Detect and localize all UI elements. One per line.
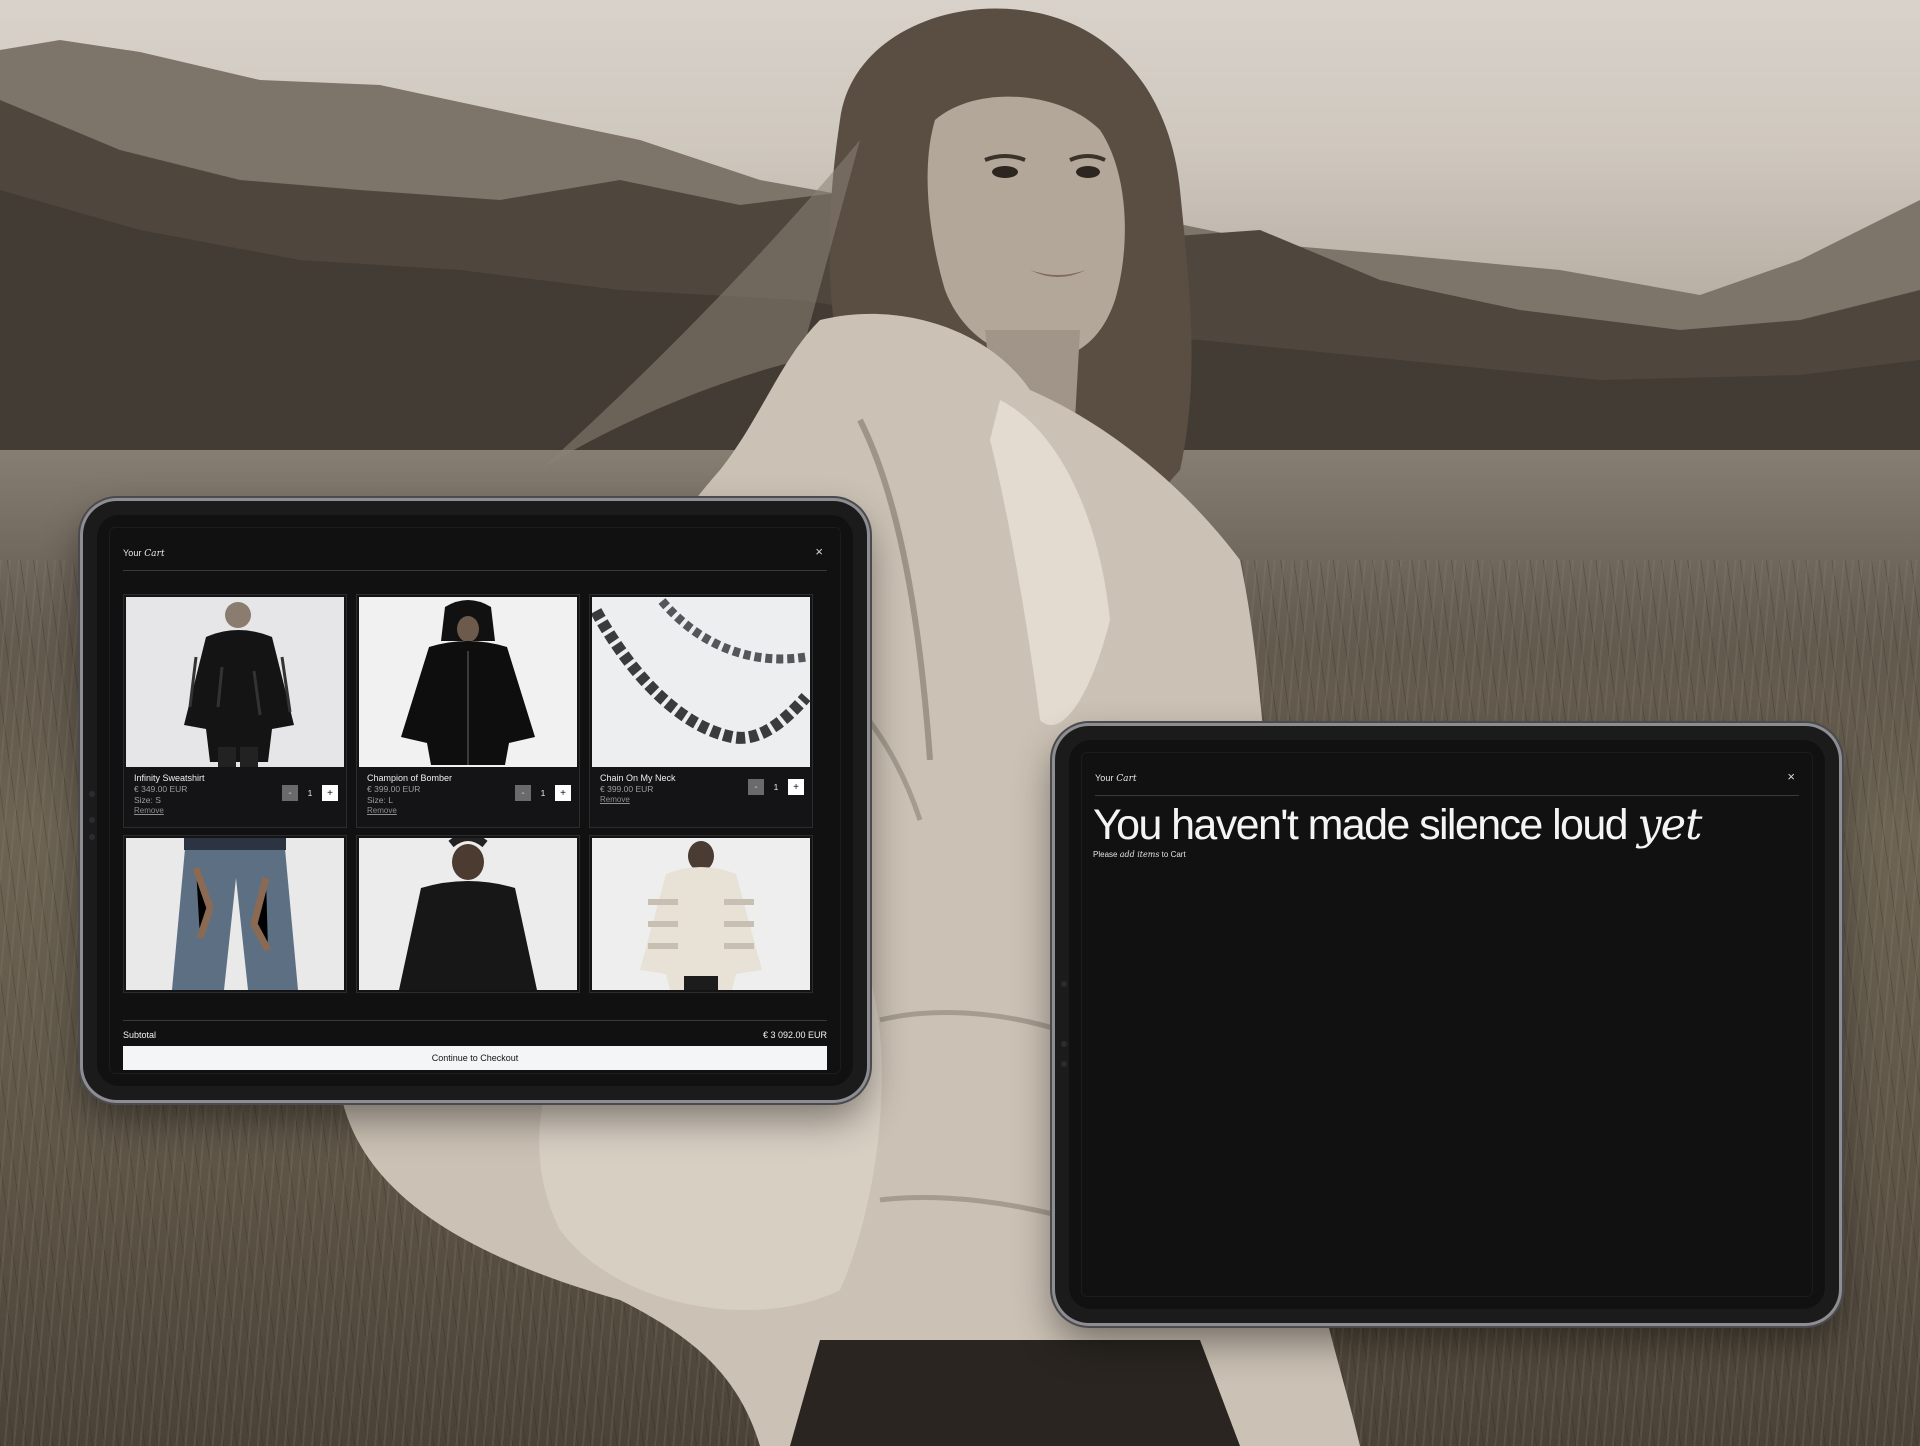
product-name: Champion of Bomber [367,773,453,783]
cart-item: Champion of Bomber € 399.00 EUR Size: L … [356,594,580,828]
tablet-sensor [89,817,95,823]
product-image-jeans[interactable] [126,838,344,990]
product-image-white-puffer[interactable] [592,838,810,990]
decrease-quantity-button[interactable]: - [515,785,531,801]
continue-to-checkout-button[interactable]: Continue to Checkout [123,1046,827,1070]
cart-title: Your Cart [1095,773,1137,784]
empty-cart-subtext: Please add items to Cart [1093,850,1186,859]
cart-header: Your Cart × [1095,770,1799,796]
quantity-value: 1 [773,782,779,792]
cart-header: Your Cart × [123,545,827,571]
increase-quantity-button[interactable]: + [322,785,338,801]
cart-title: Your Cart [123,548,165,559]
product-image-bomber[interactable] [359,597,577,767]
close-icon[interactable]: × [1787,770,1795,784]
product-name: Infinity Sweatshirt [134,773,205,783]
cart-screen: Your Cart × Infinity Sweatshirt € 349.00… [97,515,853,1086]
increase-quantity-button[interactable]: + [788,779,804,795]
subtotal-row: Subtotal € 3 092.00 EUR [123,1020,827,1041]
cart-item: Infinity Sweatshirt € 349.00 EUR Size: S… [123,594,347,828]
empty-cart-screen: Your Cart × You haven't made silence lou… [1069,740,1825,1309]
product-image-chain[interactable] [592,597,810,767]
remove-link[interactable]: Remove [367,806,571,815]
remove-link[interactable]: Remove [600,795,804,804]
tablet-sensor [1061,1061,1067,1067]
tablet-cart-filled: Your Cart × Infinity Sweatshirt € 349.00… [83,501,867,1100]
close-icon[interactable]: × [815,545,823,559]
tablet-cart-empty: Your Cart × You haven't made silence lou… [1055,726,1839,1323]
tablet-camera [89,791,95,797]
decrease-quantity-button[interactable]: - [748,779,764,795]
remove-link[interactable]: Remove [134,806,338,815]
subtotal-label: Subtotal [123,1030,157,1040]
empty-cart-headline: You haven't made silence loud yet [1093,800,1702,850]
tablet-camera [1061,981,1067,987]
cart-item: Chain On My Neck € 399.00 EUR Remove - 1… [589,594,813,828]
increase-quantity-button[interactable]: + [555,785,571,801]
tablet-sensor [89,834,95,840]
decrease-quantity-button[interactable]: - [282,785,298,801]
quantity-value: 1 [540,788,546,798]
quantity-stepper: - 1 + [515,785,571,801]
quantity-value: 1 [307,788,313,798]
product-image-sweatshirt[interactable] [126,597,344,767]
quantity-stepper: - 1 + [282,785,338,801]
product-image-black-jacket[interactable] [359,838,577,990]
cart-item [589,835,813,993]
quantity-stepper: - 1 + [748,779,804,795]
cart-item [123,835,347,993]
subtotal-value: € 3 092.00 EUR [762,1030,827,1040]
tablet-sensor [1061,1041,1067,1047]
cart-item [356,835,580,993]
